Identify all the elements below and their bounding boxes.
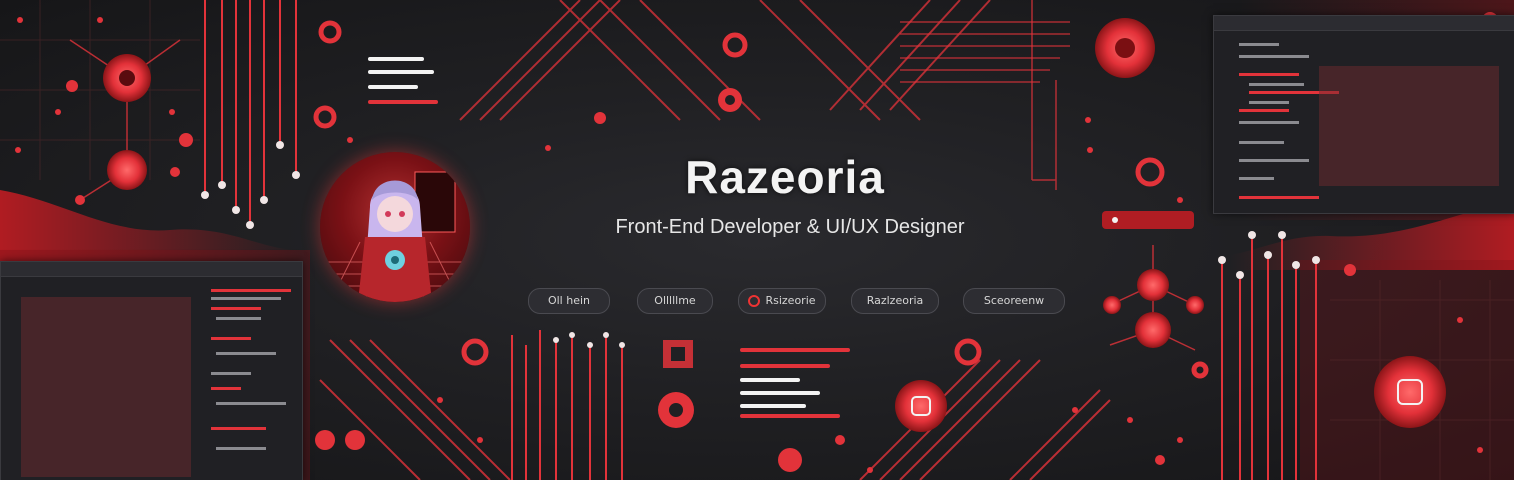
code-window-top-right (1213, 15, 1514, 214)
link-pill-label: Rsizeorie (765, 294, 816, 307)
link-pill[interactable]: Sceoreenw (963, 288, 1065, 314)
code-window-bottom-left (0, 261, 303, 480)
profile-tagline: Front-End Developer & UI/UX Designer (615, 216, 965, 238)
profile-name: Razeoria (685, 151, 885, 203)
link-pill[interactable]: Razlzeoria (851, 288, 939, 314)
link-pill[interactable]: Oll hein (528, 288, 610, 314)
avatar (320, 152, 470, 302)
profile-banner: Razeoria Front-End Developer & UI/UX Des… (0, 0, 1514, 480)
link-pill[interactable]: Rsizeorie (738, 288, 826, 314)
link-pill[interactable]: Olllllme (637, 288, 713, 314)
link-pill-label: Olllllme (654, 294, 696, 307)
link-pill-label: Sceoreenw (983, 294, 1045, 307)
code-lines (1239, 43, 1499, 199)
link-pill-label: Oll hein (547, 294, 591, 307)
code-lines (21, 289, 291, 477)
ring-icon (748, 295, 761, 307)
link-pill-label: Razlzeoria (866, 294, 924, 307)
link-pills: Oll hein Olllllme Rsizeorie Razlzeoria S… (520, 288, 1080, 316)
avatar-character-image (320, 152, 470, 302)
